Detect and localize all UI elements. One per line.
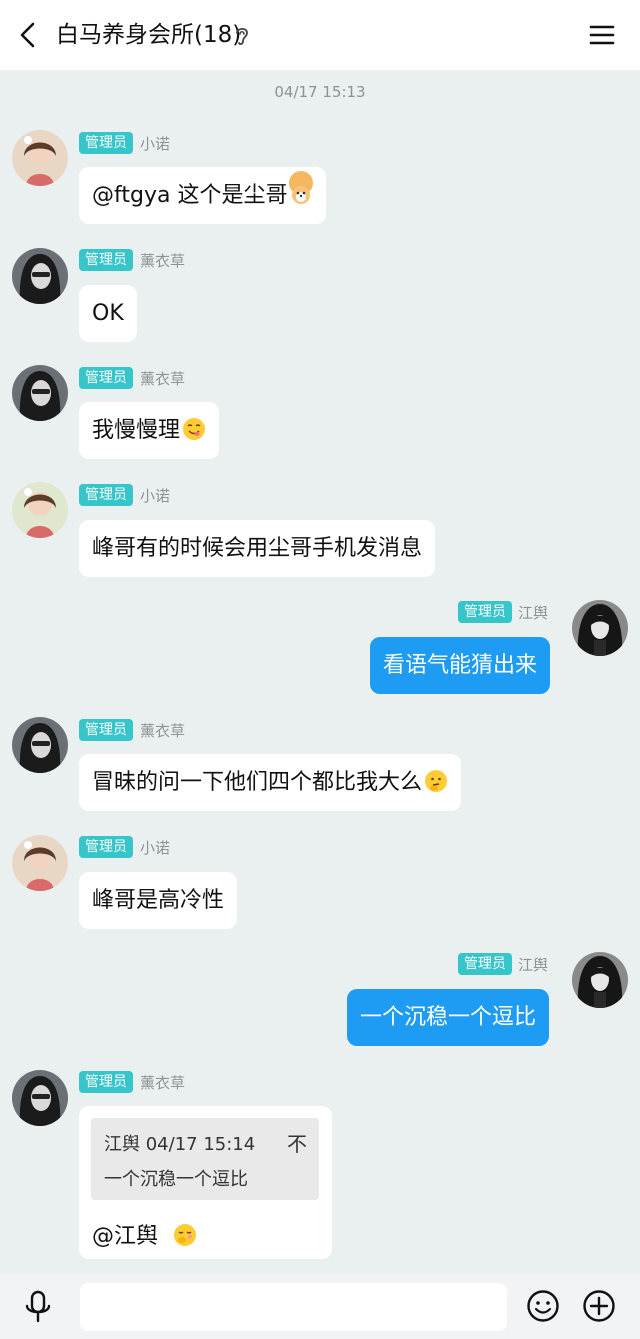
message-text: @ftgya 这个是尘哥 — [92, 183, 288, 208]
menu-icon[interactable] — [587, 20, 617, 50]
message-text: 冒昧的问一下他们四个都比我大么 — [92, 770, 423, 795]
chat-title[interactable]: 白马养身会所(18) — [56, 18, 241, 52]
message-meta: 管理员 江舆 — [458, 600, 548, 624]
message-text: 峰哥是高冷性 — [92, 888, 225, 913]
admin-badge: 管理员 — [79, 367, 133, 389]
input-bar — [0, 1274, 640, 1339]
ear-icon[interactable] — [233, 25, 251, 47]
reply-text-row: @江舆 — [92, 1218, 197, 1250]
message-bubble[interactable]: 峰哥是高冷性 — [79, 872, 238, 929]
admin-badge: 管理员 — [79, 249, 133, 271]
chat-timestamp: 04/17 15:13 — [274, 83, 366, 101]
yum-face-emoji — [182, 406, 206, 440]
message-meta: 管理员 薰衣草 — [79, 1070, 185, 1094]
message-bubble[interactable]: 我慢慢理 — [79, 402, 220, 459]
admin-badge: 管理员 — [458, 601, 512, 623]
avatar[interactable] — [12, 717, 68, 773]
message-text: 看语气能猜出来 — [383, 653, 538, 678]
message-meta: 管理员 薰衣草 — [79, 248, 185, 272]
message-meta: 管理员 小诺 — [79, 483, 170, 507]
message-text: OK — [92, 301, 124, 326]
sender-name[interactable]: 薰衣草 — [140, 1072, 185, 1093]
avatar[interactable] — [12, 1070, 68, 1126]
message-bubble[interactable]: OK — [79, 285, 137, 342]
sender-name[interactable]: 薰衣草 — [140, 368, 185, 389]
shy-face-emoji — [173, 1223, 197, 1247]
avatar[interactable] — [572, 952, 628, 1008]
message-bubble[interactable]: 一个沉稳一个逗比 — [347, 989, 550, 1046]
admin-badge: 管理员 — [79, 484, 133, 506]
message-meta: 管理员 小诺 — [79, 835, 170, 859]
reply-message-bubble[interactable]: 江舆 04/17 15:14 不 一个沉稳一个逗比 @江舆 — [79, 1106, 332, 1259]
message-bubble[interactable]: 峰哥有的时候会用尘哥手机发消息 — [79, 520, 436, 577]
sender-name[interactable]: 江舆 — [518, 602, 548, 623]
quoted-author-time: 江舆 04/17 15:14 — [104, 1134, 256, 1155]
dog-face-emoji — [289, 171, 314, 204]
quoted-message[interactable]: 江舆 04/17 15:14 不 一个沉稳一个逗比 — [91, 1118, 319, 1200]
microphone-icon[interactable] — [22, 1290, 54, 1324]
avatar[interactable] — [572, 600, 628, 656]
quote-jump-arrow[interactable]: 不 — [287, 1128, 307, 1157]
message-text: @江舆 — [92, 1224, 159, 1249]
quoted-text: 一个沉稳一个逗比 — [104, 1169, 248, 1190]
sender-name[interactable]: 薰衣草 — [140, 720, 185, 741]
smiley-icon[interactable] — [526, 1289, 560, 1323]
avatar[interactable] — [12, 130, 68, 186]
sender-name[interactable]: 小诺 — [140, 837, 170, 858]
message-input[interactable] — [80, 1283, 507, 1331]
message-meta: 管理员 薰衣草 — [79, 366, 185, 390]
avatar[interactable] — [12, 482, 68, 538]
sender-name[interactable]: 小诺 — [140, 133, 170, 154]
top-bar: 白马养身会所(18) — [0, 0, 640, 70]
message-text: 一个沉稳一个逗比 — [360, 1005, 537, 1030]
admin-badge: 管理员 — [79, 719, 133, 741]
sender-name[interactable]: 薰衣草 — [140, 250, 185, 271]
back-arrow-icon[interactable] — [14, 20, 44, 50]
admin-badge: 管理员 — [79, 132, 133, 154]
admin-badge: 管理员 — [79, 836, 133, 858]
message-bubble[interactable]: 看语气能猜出来 — [370, 637, 551, 694]
message-meta: 管理员 江舆 — [458, 952, 548, 976]
avatar[interactable] — [12, 248, 68, 304]
avatar[interactable] — [12, 835, 68, 891]
message-text: 我慢慢理 — [92, 418, 181, 443]
avatar[interactable] — [12, 365, 68, 421]
message-bubble[interactable]: 冒昧的问一下他们四个都比我大么 — [79, 754, 462, 811]
message-meta: 管理员 薰衣草 — [79, 718, 185, 742]
message-text: 峰哥有的时候会用尘哥手机发消息 — [92, 536, 423, 561]
admin-badge: 管理员 — [458, 953, 512, 975]
message-bubble[interactable]: @ftgya 这个是尘哥 — [79, 167, 327, 224]
message-meta: 管理员 小诺 — [79, 131, 170, 155]
thinking-face-emoji — [424, 758, 448, 792]
sender-name[interactable]: 小诺 — [140, 485, 170, 506]
sender-name[interactable]: 江舆 — [518, 954, 548, 975]
admin-badge: 管理员 — [79, 1071, 133, 1093]
plus-circle-icon[interactable] — [582, 1289, 616, 1323]
